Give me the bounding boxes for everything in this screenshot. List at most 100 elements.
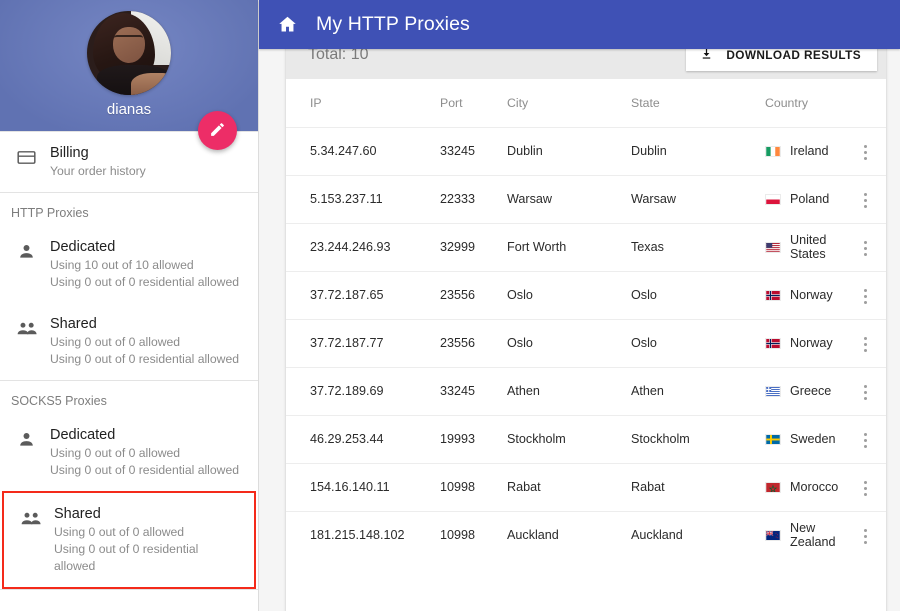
cell-port: 10998 <box>440 511 507 559</box>
cell-country: Sweden <box>765 415 844 463</box>
edit-profile-button[interactable] <box>198 111 237 150</box>
table-body: 5.34.247.6033245DublinDublinIreland5.153… <box>286 127 886 559</box>
kebab-menu-icon[interactable] <box>854 379 877 406</box>
item-usage-line1: Using 10 out of 10 allowed <box>50 257 242 274</box>
main-content: My HTTP Proxies Total: 10 DOWNLOAD RESUL… <box>259 0 900 611</box>
item-usage-line1: Using 0 out of 0 allowed <box>50 334 242 351</box>
column-header-ip: IP <box>286 79 440 127</box>
credit-card-icon <box>16 144 50 173</box>
cell-state: Dublin <box>631 127 765 175</box>
table-row[interactable]: 5.153.237.1122333WarsawWarsawPoland <box>286 175 886 223</box>
cell-state: Athen <box>631 367 765 415</box>
section-label-socks5: SOCKS5 Proxies <box>0 381 258 414</box>
cell-state: Texas <box>631 223 765 271</box>
avatar-skin <box>131 73 171 95</box>
cell-ip: 154.16.140.11 <box>286 463 440 511</box>
cell-city: Stockholm <box>507 415 631 463</box>
country-flag-icon <box>765 530 781 541</box>
table-row[interactable]: 46.29.253.4419993StockholmStockholmSwede… <box>286 415 886 463</box>
table-row[interactable]: 23.244.246.9332999Fort WorthTexasUnited … <box>286 223 886 271</box>
item-usage-line1: Using 0 out of 0 allowed <box>54 524 238 541</box>
cell-ip: 181.215.148.102 <box>286 511 440 559</box>
country-flag-icon <box>765 194 781 205</box>
item-usage-line2: Using 0 out of 0 residential allowed <box>50 462 242 479</box>
cell-ip: 46.29.253.44 <box>286 415 440 463</box>
cell-actions <box>844 223 886 271</box>
kebab-menu-icon[interactable] <box>854 139 877 166</box>
cell-country: Norway <box>765 319 844 367</box>
cell-port: 33245 <box>440 367 507 415</box>
item-title: Shared <box>50 315 242 334</box>
pencil-icon <box>209 121 226 141</box>
table-header-row: IP Port City State Country <box>286 79 886 127</box>
table-row[interactable]: 181.215.148.10210998AucklandAucklandNew … <box>286 511 886 559</box>
cell-ip: 5.34.247.60 <box>286 127 440 175</box>
cell-country: Greece <box>765 367 844 415</box>
country-name: Morocco <box>790 480 838 494</box>
kebab-menu-icon[interactable] <box>854 187 877 214</box>
kebab-menu-icon[interactable] <box>854 475 877 502</box>
cell-country: United States <box>765 223 844 271</box>
top-app-bar: My HTTP Proxies <box>259 0 900 49</box>
country-flag-icon <box>765 290 781 301</box>
table-row[interactable]: 5.34.247.6033245DublinDublinIreland <box>286 127 886 175</box>
cell-actions <box>844 271 886 319</box>
country-flag-icon <box>765 434 781 445</box>
table-row[interactable]: 154.16.140.1110998RabatRabatMorocco <box>286 463 886 511</box>
sidebar-item-http-dedicated[interactable]: Dedicated Using 10 out of 10 allowed Usi… <box>0 226 258 303</box>
cell-port: 22333 <box>440 175 507 223</box>
country-flag-icon <box>765 482 781 493</box>
cell-state: Auckland <box>631 511 765 559</box>
item-usage-line2: Using 0 out of 0 residential allowed <box>50 351 242 368</box>
cell-ip: 5.153.237.11 <box>286 175 440 223</box>
cell-actions <box>844 415 886 463</box>
people-group-icon <box>20 505 54 534</box>
cell-city: Athen <box>507 367 631 415</box>
country-flag-icon <box>765 146 781 157</box>
avatar-glasses <box>114 35 143 43</box>
kebab-menu-icon[interactable] <box>854 523 877 550</box>
table-row[interactable]: 37.72.187.6523556OsloOsloNorway <box>286 271 886 319</box>
table-row[interactable]: 37.72.189.6933245AthenAthenGreece <box>286 367 886 415</box>
people-group-icon <box>16 315 50 344</box>
download-results-label: DOWNLOAD RESULTS <box>726 48 861 62</box>
cell-city: Oslo <box>507 271 631 319</box>
cell-country: Norway <box>765 271 844 319</box>
avatar[interactable] <box>87 11 171 95</box>
country-flag-icon <box>765 386 781 397</box>
kebab-menu-icon[interactable] <box>854 235 877 262</box>
divider <box>0 589 258 590</box>
home-icon[interactable] <box>277 14 298 35</box>
country-name: Sweden <box>790 432 836 446</box>
cell-city: Oslo <box>507 319 631 367</box>
cell-city: Auckland <box>507 511 631 559</box>
cell-city: Warsaw <box>507 175 631 223</box>
kebab-menu-icon[interactable] <box>854 283 877 310</box>
cell-port: 19993 <box>440 415 507 463</box>
table-row[interactable]: 37.72.187.7723556OsloOsloNorway <box>286 319 886 367</box>
results-card: Total: 10 DOWNLOAD RESULTS IP Port <box>286 31 886 611</box>
cell-port: 23556 <box>440 271 507 319</box>
kebab-menu-icon[interactable] <box>854 427 877 454</box>
item-title: Dedicated <box>50 426 242 445</box>
country-name: Poland <box>790 192 829 206</box>
cell-actions <box>844 175 886 223</box>
column-header-city: City <box>507 79 631 127</box>
avatar-face <box>113 27 145 63</box>
cell-port: 23556 <box>440 319 507 367</box>
person-icon <box>16 426 50 455</box>
sidebar-item-http-shared[interactable]: Shared Using 0 out of 0 allowed Using 0 … <box>0 303 258 380</box>
cell-country: New Zealand <box>765 511 844 559</box>
item-usage-line1: Using 0 out of 0 allowed <box>50 445 242 462</box>
item-title: Shared <box>54 505 238 524</box>
cell-state: Warsaw <box>631 175 765 223</box>
cell-actions <box>844 463 886 511</box>
person-icon <box>16 238 50 267</box>
cell-actions <box>844 127 886 175</box>
country-flag-icon <box>765 242 781 253</box>
cell-port: 10998 <box>440 463 507 511</box>
sidebar-item-socks5-dedicated[interactable]: Dedicated Using 0 out of 0 allowed Using… <box>0 414 258 491</box>
kebab-menu-icon[interactable] <box>854 331 877 358</box>
cell-country: Poland <box>765 175 844 223</box>
sidebar-item-socks5-shared[interactable]: Shared Using 0 out of 0 allowed Using 0 … <box>2 491 256 589</box>
